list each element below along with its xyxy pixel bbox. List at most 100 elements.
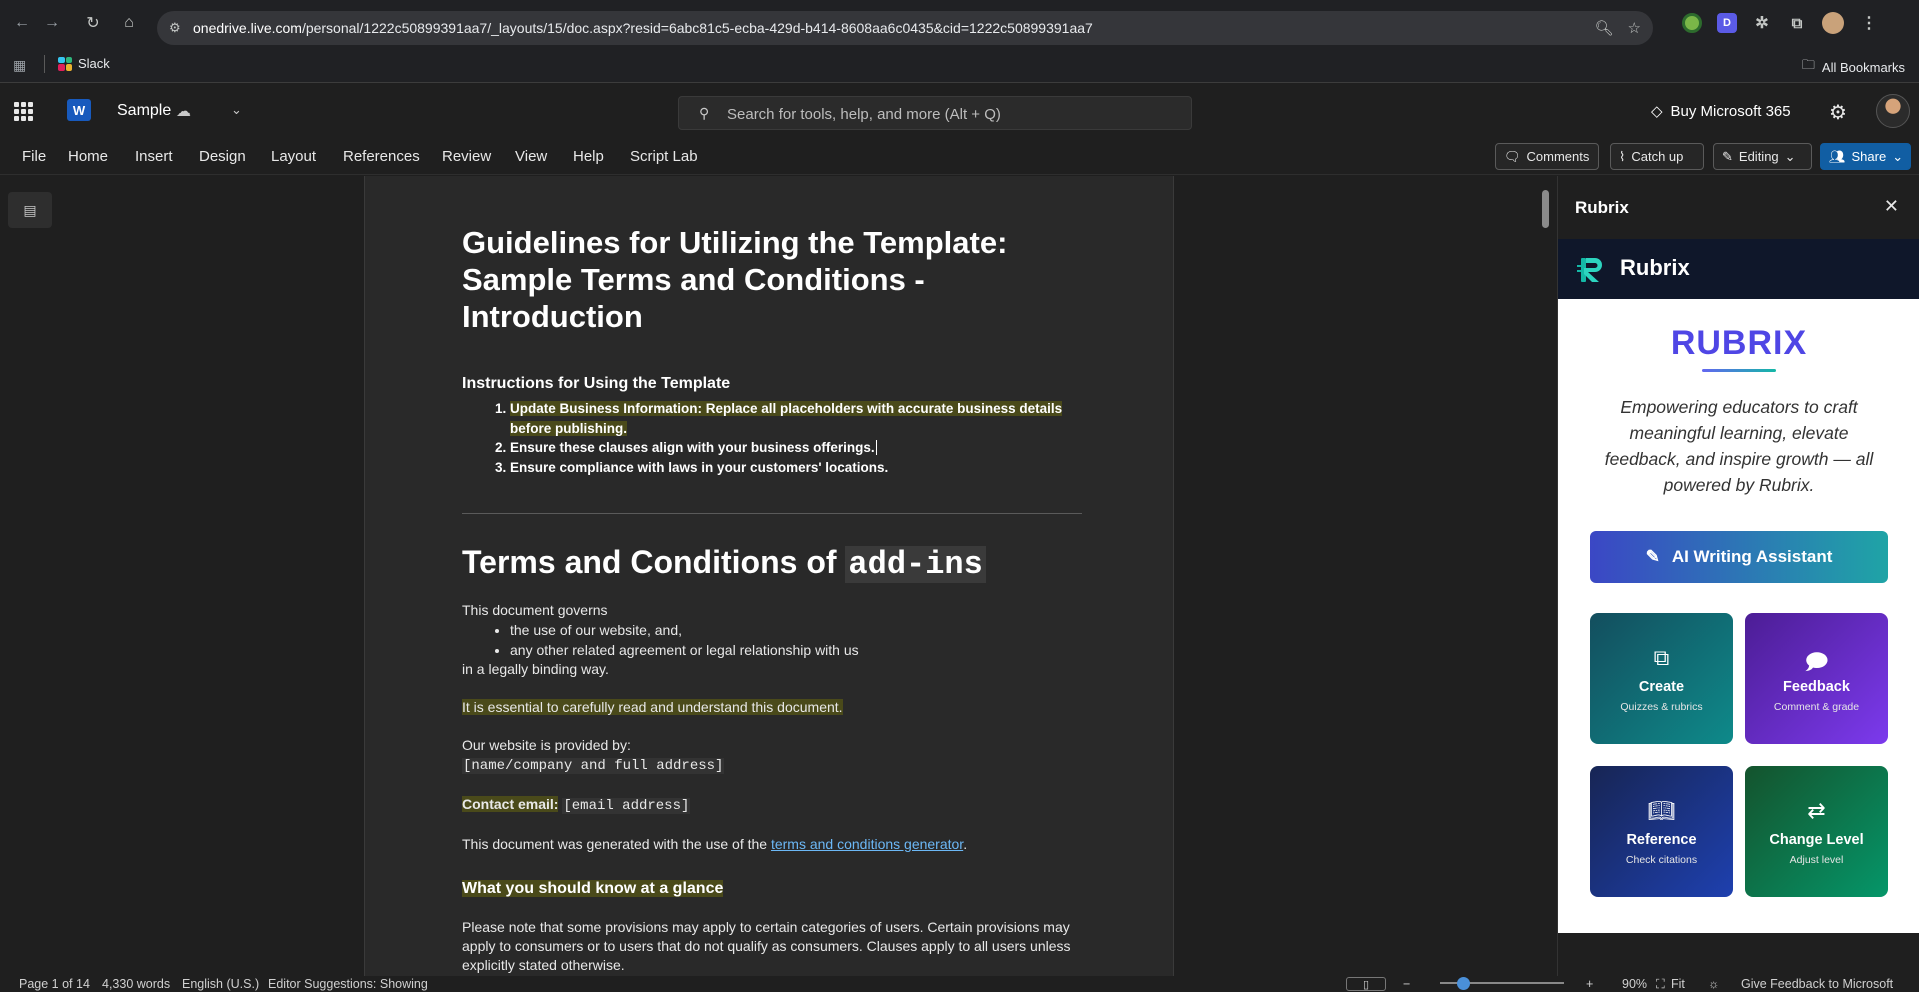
buy-label: Buy Microsoft 365: [1670, 102, 1791, 120]
binding-text: in a legally binding way.: [462, 661, 609, 677]
brand-underline: [1702, 369, 1776, 372]
chevron-down-icon[interactable]: ⌄: [231, 102, 242, 118]
status-bar: Page 1 of 14 4,330 words English (U.S.) …: [0, 976, 1919, 991]
tab-references[interactable]: References: [343, 148, 420, 165]
page-count[interactable]: Page 1 of 14: [19, 977, 90, 991]
feedback-card[interactable]: 🗩︎ Feedback Comment & grade: [1745, 613, 1888, 744]
contact-label: Contact email:: [462, 796, 559, 812]
text-cursor: [875, 440, 877, 455]
home-icon[interactable]: ⌂: [116, 10, 142, 36]
buy-microsoft-365-button[interactable]: ◇ Buy Microsoft 365: [1651, 102, 1791, 121]
fit-icon[interactable]: ⛶: [1656, 977, 1665, 992]
instructions-list: Update Business Information: Replace all…: [510, 399, 1082, 477]
contact-line: Contact email: [email address]: [462, 795, 1082, 816]
give-feedback-link[interactable]: Give Feedback to Microsoft: [1741, 977, 1893, 991]
list-item: any other related agreement or legal rel…: [510, 640, 1082, 660]
tab-review[interactable]: Review: [442, 148, 491, 165]
contact-placeholder: [email address]: [562, 798, 691, 814]
zoom-in-icon[interactable]: +: [1586, 977, 1593, 991]
create-title: Create: [1638, 679, 1685, 695]
extension-green-icon[interactable]: [1682, 13, 1702, 33]
feedback-icon: 🗩︎: [1804, 649, 1829, 674]
navigation-pane-icon[interactable]: ▤: [8, 192, 52, 228]
comments-button[interactable]: 🗨︎ Comments: [1495, 143, 1599, 170]
back-icon[interactable]: ←: [9, 10, 35, 36]
language-status[interactable]: English (U.S.): [182, 977, 259, 991]
profile-avatar[interactable]: [1822, 12, 1844, 34]
tab-layout[interactable]: Layout: [271, 148, 316, 165]
extensions-puzzle-icon[interactable]: ⧉: [1787, 13, 1807, 33]
word-count[interactable]: 4,330 words: [102, 977, 170, 991]
search-input[interactable]: ⚲ Search for tools, help, and more (Alt …: [678, 96, 1192, 130]
glance-heading: What you should know at a glance: [462, 880, 724, 897]
feedback-title: Feedback: [1783, 679, 1850, 695]
pulse-icon: ⌇: [1619, 148, 1626, 164]
pencil-icon: ✎: [1722, 148, 1733, 164]
document-title[interactable]: Sample: [117, 102, 171, 120]
generated-prefix: This document was generated with the use…: [462, 836, 771, 852]
document-page[interactable]: Guidelines for Utilizing the Template: S…: [364, 176, 1174, 976]
focus-view-icon[interactable]: ▯: [1346, 977, 1386, 991]
forward-icon[interactable]: →: [39, 10, 65, 36]
extension-sparkle-icon[interactable]: ✲: [1752, 13, 1772, 33]
browser-menu-icon[interactable]: ⋮: [1859, 13, 1879, 33]
app-launcher-icon[interactable]: [14, 102, 33, 121]
list-item: Update Business Information: Replace all…: [510, 399, 1082, 438]
feedback-subtitle: Comment & grade: [1773, 701, 1860, 713]
zoom-level[interactable]: 90%: [1622, 977, 1647, 991]
zoom-slider-thumb[interactable]: [1457, 977, 1470, 990]
tab-view[interactable]: View: [515, 148, 547, 165]
note-paragraph: Please note that some provisions may app…: [462, 919, 1071, 973]
editing-mode-button[interactable]: ✎ Editing ⌄: [1713, 143, 1812, 170]
word-logo-icon[interactable]: W: [67, 99, 91, 121]
browser-toolbar: ← → ↻ ⌂ ⚙ onedrive.live.com/personal/122…: [0, 0, 1919, 45]
zoom-icon[interactable]: 🔍︎: [1595, 19, 1614, 37]
bookmark-slack[interactable]: Slack: [58, 56, 110, 71]
apps-grid-icon[interactable]: ▦: [13, 57, 26, 74]
address-bar[interactable]: ⚙ onedrive.live.com/personal/1222c508993…: [157, 11, 1653, 45]
display-settings-icon[interactable]: ☼: [1708, 977, 1719, 991]
vertical-scrollbar[interactable]: [1542, 190, 1549, 228]
terms-heading-text: Terms and Conditions of: [462, 544, 846, 580]
ai-writing-assistant-button[interactable]: ✎ AI Writing Assistant: [1590, 531, 1888, 583]
fit-label[interactable]: Fit: [1671, 977, 1685, 991]
close-icon[interactable]: ✕: [1884, 196, 1899, 217]
avatar[interactable]: [1876, 94, 1910, 128]
site-info-icon[interactable]: ⚙: [169, 20, 185, 36]
cloud-saved-icon[interactable]: ☁: [176, 102, 191, 120]
governs-list: the use of our website, and, any other r…: [510, 620, 1082, 660]
tab-help[interactable]: Help: [573, 148, 604, 165]
generated-suffix: .: [963, 836, 968, 852]
rubrix-brand: RUBRIX: [1670, 324, 1808, 362]
change-level-card[interactable]: ⇄ Change Level Adjust level: [1745, 766, 1888, 897]
catch-up-button[interactable]: ⌇ Catch up: [1610, 143, 1704, 170]
extensions: D ✲ ⧉ ⋮: [1682, 12, 1879, 34]
rubrix-header-band: Rubrix: [1558, 239, 1919, 299]
tab-script-lab[interactable]: Script Lab: [630, 148, 698, 165]
share-button[interactable]: 👥︎ Share ⌄: [1820, 143, 1911, 170]
bookmark-slack-label: Slack: [78, 56, 110, 71]
reload-icon[interactable]: ↻: [80, 10, 106, 36]
extension-d-icon[interactable]: D: [1717, 13, 1737, 33]
bookmark-divider: [44, 55, 45, 73]
tab-design[interactable]: Design: [199, 148, 246, 165]
swap-icon: ⇄: [1807, 798, 1826, 823]
list-item-text: Ensure compliance with laws in your cust…: [510, 459, 889, 475]
document-canvas[interactable]: Guidelines for Utilizing the Template: S…: [62, 176, 1541, 976]
tab-home[interactable]: Home: [68, 148, 108, 165]
tab-insert[interactable]: Insert: [135, 148, 173, 165]
create-card[interactable]: ⧉ Create Quizzes & rubrics: [1590, 613, 1733, 744]
address-actions: 🔍︎ ☆: [1595, 19, 1642, 37]
book-icon: 📖︎: [1647, 798, 1676, 823]
rubrix-content: RUBRIX Empowering educators to craft mea…: [1558, 299, 1919, 933]
editor-suggestions[interactable]: Editor Suggestions: Showing: [268, 977, 428, 991]
reference-card[interactable]: 📖︎ Reference Check citations: [1590, 766, 1733, 897]
bookmark-star-icon[interactable]: ☆: [1628, 19, 1641, 37]
tab-file[interactable]: File: [22, 148, 46, 165]
all-bookmarks[interactable]: 🗀 All Bookmarks: [1802, 56, 1905, 78]
generator-link[interactable]: terms and conditions generator: [771, 836, 963, 852]
rubrix-logo-icon: [1577, 258, 1602, 282]
horizontal-rule: [462, 513, 1082, 514]
gear-icon[interactable]: ⚙: [1829, 100, 1847, 125]
zoom-out-icon[interactable]: −: [1403, 977, 1410, 991]
